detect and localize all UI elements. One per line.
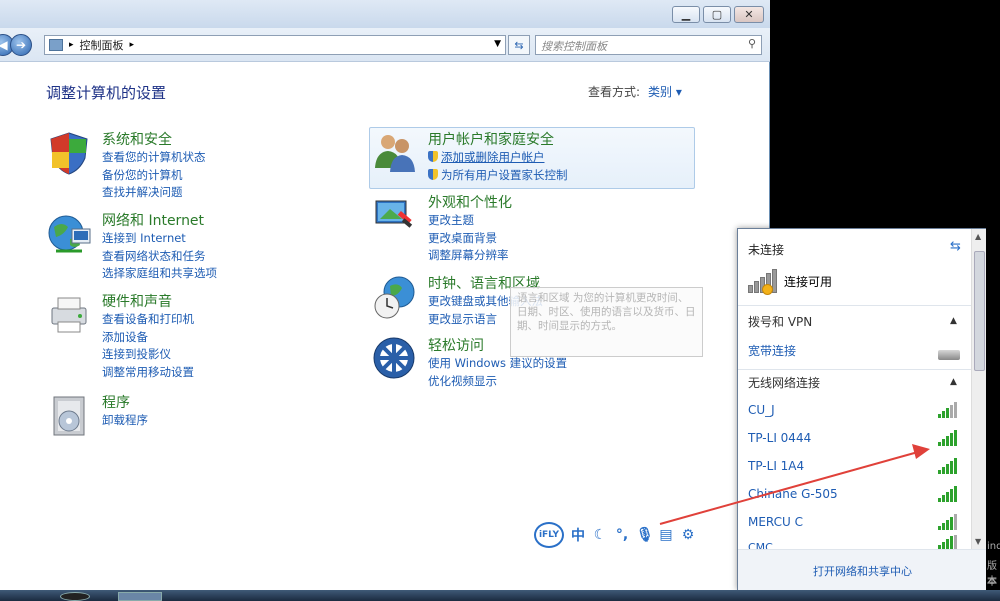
- wifi-signal-icon: [938, 401, 960, 418]
- link-troubleshoot[interactable]: 查找并解决问题: [102, 184, 206, 202]
- broadband-icon: [938, 350, 960, 360]
- system-security-icon: [50, 132, 88, 175]
- network-internet-icon: [48, 215, 91, 253]
- ime-mode-button[interactable]: 中: [570, 525, 586, 545]
- clock-language-icon: [374, 276, 415, 319]
- wifi-network[interactable]: CU_J: [748, 403, 775, 417]
- category-title[interactable]: 网络和 Internet: [102, 210, 204, 230]
- wifi-network[interactable]: Chinane G-505: [748, 487, 838, 501]
- link-devices-printers[interactable]: 查看设备和打印机: [102, 311, 194, 329]
- search-input[interactable]: 搜索控制面板 ⚲: [535, 35, 762, 55]
- link-change-background[interactable]: 更改桌面背景: [428, 230, 509, 248]
- ease-of-access-icon: [373, 337, 415, 379]
- link-projector[interactable]: 连接到投影仪: [102, 346, 194, 364]
- connection-status: 未连接: [748, 243, 785, 257]
- address-field[interactable]: ▸ 控制面板 ▸ ▼: [44, 35, 506, 55]
- ifly-logo[interactable]: iFLY: [534, 522, 564, 548]
- wifi-signal-icon: [938, 535, 960, 549]
- background-text: 本: [987, 577, 997, 588]
- refresh-button[interactable]: ⇆: [508, 35, 530, 55]
- title-bar: ▁ ▢ ✕: [0, 0, 770, 28]
- link-network-status[interactable]: 查看网络状态和任务: [102, 248, 217, 266]
- link-optimize-video[interactable]: 优化视频显示: [428, 373, 567, 391]
- category-title[interactable]: 外观和个性化: [428, 192, 512, 212]
- link-recommended-settings[interactable]: 使用 Windows 建议的设置: [428, 355, 567, 373]
- start-button[interactable]: [60, 592, 90, 601]
- category-title[interactable]: 程序: [102, 392, 130, 412]
- minimize-button[interactable]: ▁: [672, 6, 700, 23]
- link-uninstall[interactable]: 卸载程序: [102, 412, 148, 430]
- signal-icon: [748, 269, 778, 295]
- link-homegroup[interactable]: 选择家庭组和共享选项: [102, 265, 217, 283]
- link-add-device[interactable]: 添加设备: [102, 329, 194, 347]
- shield-icon: [428, 151, 438, 162]
- scrollbar[interactable]: ▲ ▼: [971, 229, 986, 549]
- wifi-network[interactable]: TP-LI 1A4: [748, 459, 804, 473]
- chevron-down-icon[interactable]: ▼: [494, 39, 501, 49]
- close-button[interactable]: ✕: [734, 6, 764, 23]
- link-connect-internet[interactable]: 连接到 Internet: [102, 230, 217, 248]
- gear-icon[interactable]: ⚙: [680, 527, 696, 543]
- wifi-signal-icon: [938, 429, 960, 446]
- flyout-footer: 打开网络和共享中心: [738, 549, 986, 590]
- wifi-network[interactable]: MERCU C: [748, 515, 803, 529]
- address-bar: ◀ ➔ ▸ 控制面板 ▸ ▼ ⇆ 搜索控制面板 ⚲: [0, 28, 770, 62]
- category-title[interactable]: 用户帐户和家庭安全: [428, 129, 554, 149]
- ime-toolbar: iFLY 中 ☾ °, 🎙 ▤ ⚙: [534, 521, 700, 549]
- breadcrumb[interactable]: 控制面板: [80, 37, 124, 53]
- network-flyout: 未连接 ⇆ 连接可用 拨号和 VPN ▲ 宽带连接 无线网络连接 ▲ CU_J …: [737, 228, 986, 590]
- broadband-connection[interactable]: 宽带连接: [748, 342, 796, 359]
- link-change-theme[interactable]: 更改主题: [428, 212, 509, 230]
- control-panel-icon: [49, 39, 63, 51]
- view-by-dropdown[interactable]: 类别 ▾: [648, 85, 682, 99]
- keyboard-icon[interactable]: ▤: [658, 527, 674, 543]
- connections-available: 连接可用: [748, 269, 832, 295]
- star-icon: [762, 284, 773, 295]
- view-by: 查看方式: 类别 ▾: [588, 85, 682, 99]
- link-check-status[interactable]: 查看您的计算机状态: [102, 149, 206, 167]
- shield-icon: [428, 168, 438, 180]
- category-title[interactable]: 系统和安全: [102, 129, 172, 149]
- appearance-icon: [375, 200, 413, 228]
- control-panel-window: ▁ ▢ ✕ ◀ ➔ ▸ 控制面板 ▸ ▼ ⇆ 搜索控制面板 ⚲ 调整计算机的设置…: [0, 0, 770, 590]
- wifi-signal-icon: [938, 513, 960, 530]
- category-title[interactable]: 轻松访问: [428, 335, 484, 355]
- hardware-sound-icon: [51, 297, 87, 333]
- wifi-network[interactable]: CMC: [748, 541, 773, 549]
- dialup-section-header[interactable]: 拨号和 VPN: [748, 313, 812, 330]
- punctuation-icon[interactable]: °,: [614, 527, 630, 543]
- wifi-network[interactable]: TP-LI 0444: [748, 431, 811, 445]
- scrollbar-thumb[interactable]: [974, 251, 985, 371]
- network-sharing-center-link[interactable]: 打开网络和共享中心: [813, 563, 912, 579]
- link-mobility[interactable]: 调整常用移动设置: [102, 364, 194, 382]
- collapse-icon[interactable]: ▲: [950, 316, 957, 326]
- scroll-up-icon[interactable]: ▲: [975, 232, 981, 241]
- link-parental-controls[interactable]: 为所有用户设置家长控制: [428, 167, 568, 185]
- taskbar: [0, 590, 1000, 601]
- maximize-button[interactable]: ▢: [703, 6, 731, 23]
- page-title: 调整计算机的设置: [46, 84, 167, 102]
- link-backup[interactable]: 备份您的计算机: [102, 167, 206, 185]
- wifi-signal-icon: [938, 485, 960, 502]
- scroll-down-icon[interactable]: ▼: [975, 537, 981, 546]
- tooltip: 语言和区域 为您的计算机更改时间、日期、时区、使用的语言以及货币、日期、时间显示…: [510, 287, 703, 357]
- link-resolution[interactable]: 调整屏幕分辨率: [428, 247, 509, 265]
- refresh-icon[interactable]: ⇆: [950, 239, 961, 254]
- wireless-section-header[interactable]: 无线网络连接: [748, 374, 820, 391]
- search-icon[interactable]: ⚲: [748, 37, 756, 50]
- microphone-icon[interactable]: 🎙: [636, 527, 654, 543]
- user-accounts-icon: [375, 135, 415, 172]
- collapse-icon[interactable]: ▲: [950, 377, 957, 387]
- forward-button[interactable]: ➔: [10, 34, 32, 56]
- link-add-remove-accounts[interactable]: 添加或删除用户帐户: [428, 149, 568, 167]
- taskbar-item[interactable]: [118, 592, 162, 601]
- moon-icon[interactable]: ☾: [592, 527, 608, 543]
- category-title[interactable]: 硬件和声音: [102, 291, 172, 311]
- programs-icon: [53, 396, 85, 436]
- background-text: ind: [987, 541, 1000, 552]
- wifi-signal-icon: [938, 457, 960, 474]
